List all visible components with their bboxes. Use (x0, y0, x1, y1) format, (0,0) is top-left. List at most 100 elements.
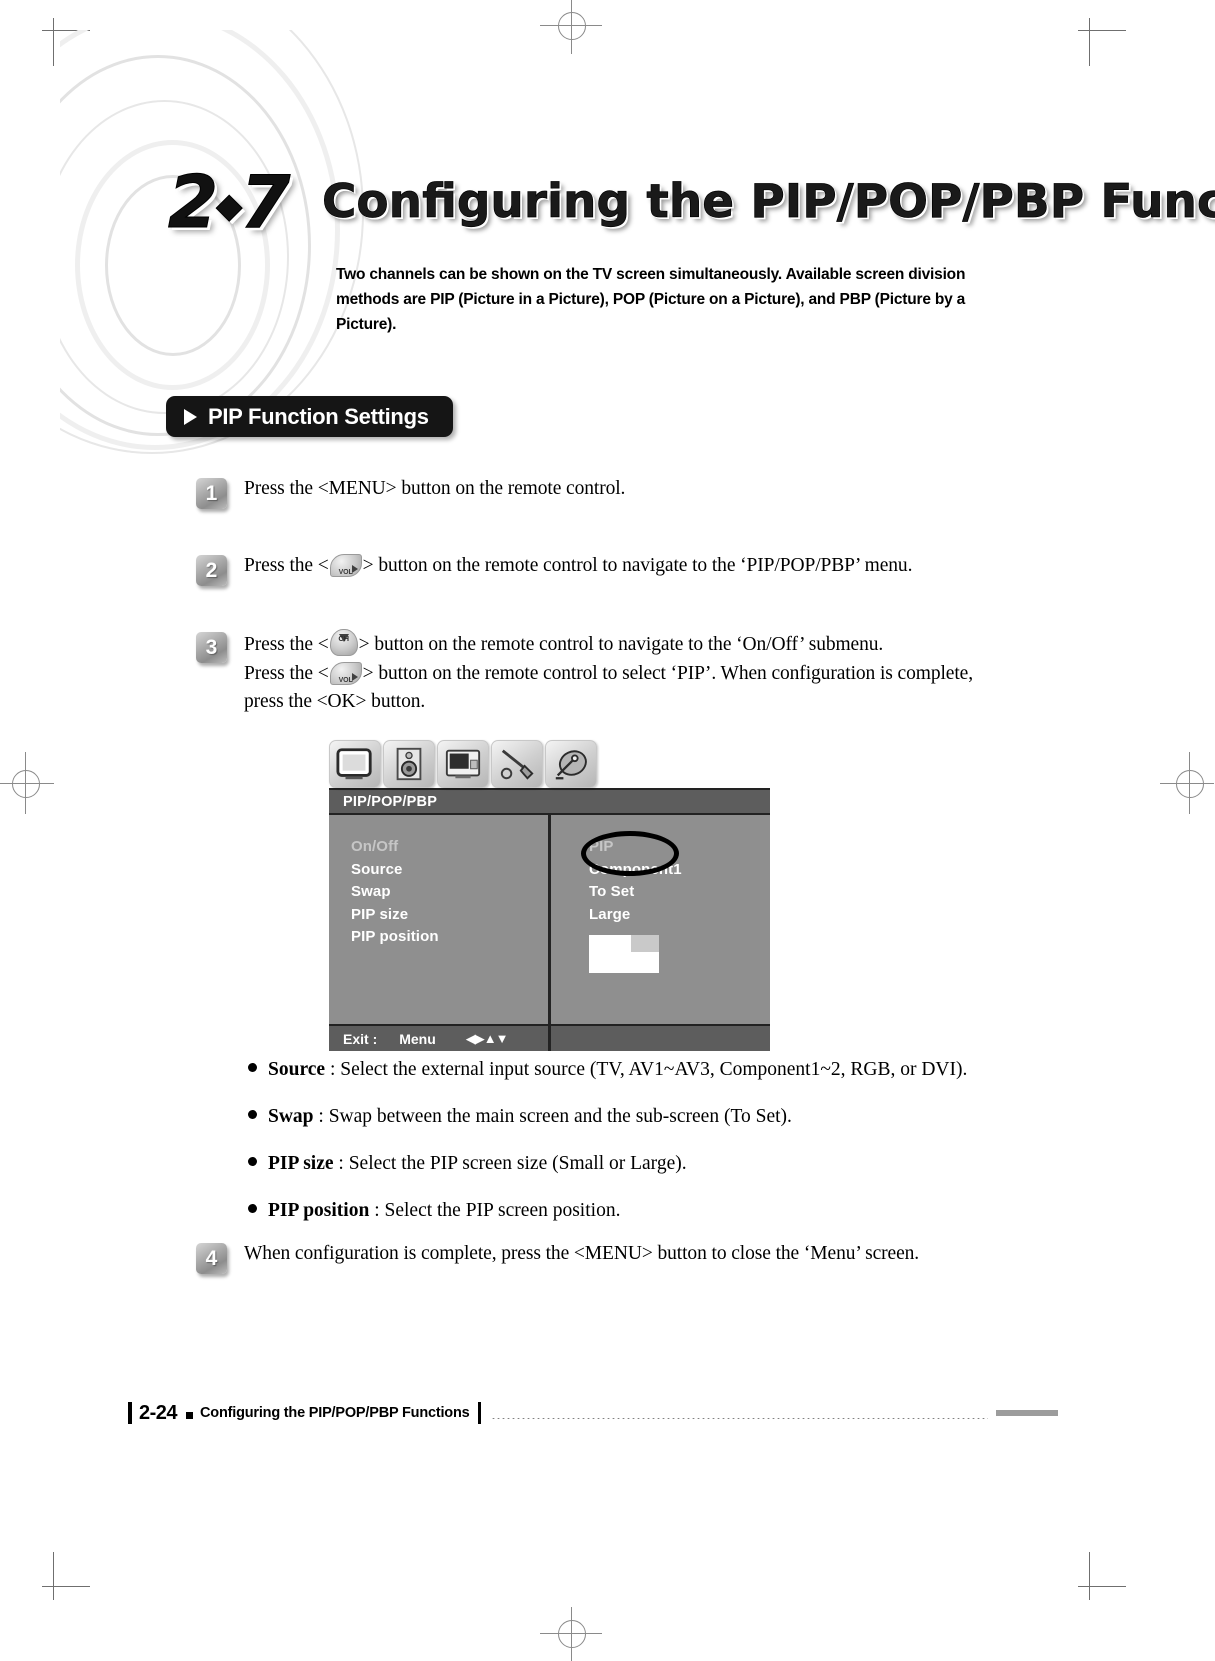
bullet-desc: : Swap between the main screen and the s… (313, 1106, 792, 1127)
step-1: 1 Press the <MENU> button on the remote … (196, 478, 986, 509)
osd-tab-channel (545, 740, 597, 788)
registration-line-right-h (1160, 783, 1214, 784)
step-text: Press the <MENU> button on the remote co… (244, 475, 625, 504)
osd-exit-label: Exit : (343, 1030, 378, 1047)
crop-mark-top-right-h (1078, 30, 1126, 31)
footer-rule-right (478, 1402, 482, 1424)
registration-mark-bottom (558, 1620, 586, 1648)
ch-key-label: CH (338, 633, 349, 643)
page-footer: 2-24 Configuring the PIP/POP/PBP Functio… (128, 1400, 1058, 1426)
osd-item-source[interactable]: Source (351, 861, 548, 880)
osd-footer-left: Exit : Menu ◀▶▲▼ (329, 1026, 551, 1051)
bullet-term: PIP position (268, 1200, 370, 1221)
bullet-term: Source (268, 1059, 326, 1080)
vol-key-icon: VOL (329, 661, 362, 685)
crop-mark-top-right-v (1089, 18, 1090, 66)
registration-mark-right (1176, 770, 1204, 798)
crop-mark-top-left-v (53, 18, 54, 66)
step-text-part: Press the < (244, 634, 329, 655)
footer-dotted-rule (491, 1417, 988, 1419)
step-text-part: When configuration is complete, press th… (244, 1243, 920, 1264)
osd-tab-strip (329, 740, 770, 788)
osd-tab-sound (383, 740, 435, 788)
footer-title: Configuring the PIP/POP/PBP Functions (200, 1405, 470, 1421)
step-text-part: > button on the remote control to naviga… (362, 555, 913, 576)
step-text: Press the < CH > button on the remote cont… (244, 629, 986, 717)
satellite-dish-icon (552, 746, 590, 782)
footer-square-icon (186, 1411, 194, 1419)
osd-item-on-off[interactable]: On/Off (351, 838, 548, 857)
step-number-badge: 4 (196, 1243, 227, 1274)
pip-sub-window (631, 935, 659, 952)
registration-line-left-h (0, 783, 54, 784)
osd-right-column: PIP Component1 To Set Large (551, 815, 770, 1024)
arrow-right-icon (351, 672, 358, 681)
step-text-part: > button on the remote control to naviga… (358, 634, 884, 655)
osd-value-large[interactable]: Large (589, 906, 770, 925)
arrow-right-icon (351, 565, 358, 573)
bullet-term: Swap (268, 1106, 314, 1127)
osd-menu-label[interactable]: Menu (399, 1031, 436, 1047)
osd-left-column: On/Off Source Swap PIP size PIP position (329, 815, 551, 1024)
list-item: Swap : Swap between the main screen and … (248, 1104, 988, 1130)
osd-footer-bar: Exit : Menu ◀▶▲▼ (329, 1024, 770, 1051)
bullet-desc: : Select the PIP screen position. (369, 1200, 621, 1221)
vol-key-icon: VOL (329, 554, 362, 577)
registration-mark-left (12, 770, 40, 798)
step-text: When configuration is complete, press th… (244, 1240, 919, 1269)
step-text-part: Press the < (244, 662, 329, 684)
page-title: Configuring the PIP/POP/PBP Functions (322, 174, 1215, 229)
section-heading-banner: PIP Function Settings (166, 396, 453, 437)
triangle-right-icon (184, 408, 197, 425)
bullet-desc: : Select the external input source (TV, … (325, 1059, 968, 1080)
registration-line-right-v (1189, 752, 1190, 814)
list-item: Source : Select the external input sourc… (248, 1057, 988, 1083)
bullet-dot-icon (248, 1110, 257, 1119)
osd-navigation-arrows-icon: ◀▶▲▼ (465, 1030, 509, 1046)
chapter-number: 2◆7 (167, 160, 291, 245)
osd-value-to-set[interactable]: To Set (589, 883, 770, 902)
osd-item-swap[interactable]: Swap (351, 883, 548, 902)
footer-rule-left (128, 1402, 132, 1424)
osd-title-label: PIP/POP/PBP (343, 793, 438, 810)
bullet-dot-icon (248, 1157, 257, 1166)
crop-mark-bottom-left-h (42, 1586, 90, 1587)
bullet-dot-icon (248, 1204, 257, 1213)
list-item: PIP size : Select the PIP screen size (S… (248, 1151, 988, 1177)
step-number-badge: 2 (196, 555, 227, 586)
osd-item-pip-size[interactable]: PIP size (351, 906, 548, 925)
step-number-badge: 3 (196, 632, 227, 663)
osd-menu-figure: PIP/POP/PBP On/Off Source Swap PIP size … (329, 740, 770, 1051)
registration-line-top-v (571, 0, 572, 54)
step-number-badge: 1 (196, 478, 227, 509)
page-number: 2-24 (139, 1401, 178, 1424)
chapter-number-minor: 7 (240, 160, 291, 245)
tv-icon (336, 746, 374, 782)
monitor-icon (444, 746, 482, 782)
section-heading-label: PIP Function Settings (208, 403, 429, 429)
speaker-icon (390, 746, 428, 782)
footer-end-dash (996, 1410, 1058, 1416)
list-item: PIP position : Select the PIP screen pos… (248, 1198, 988, 1224)
intro-paragraph: Two channels can be shown on the TV scre… (336, 266, 966, 333)
step-text: Press the < VOL > button on the remote con… (244, 552, 912, 581)
highlight-ellipse-annotation (581, 831, 679, 876)
crop-mark-bottom-left-v (53, 1552, 54, 1600)
osd-footer-right (551, 1026, 770, 1051)
pip-position-preview (589, 935, 659, 973)
step-text-part: Press the <MENU> button on the remote co… (244, 478, 626, 499)
osd-tab-picture (329, 740, 381, 788)
bullet-desc: : Select the PIP screen size (Small or L… (333, 1153, 687, 1174)
registration-mark-top (558, 12, 586, 40)
step-text-part: Press the < (244, 555, 329, 576)
ch-key-icon: CH (329, 629, 358, 656)
registration-line-left-v (25, 752, 26, 814)
osd-tab-setup (491, 740, 543, 788)
option-descriptions-list: Source : Select the external input sourc… (248, 1057, 988, 1245)
osd-item-pip-position[interactable]: PIP position (351, 928, 548, 947)
registration-line-bottom-v (571, 1607, 572, 1661)
step-4: 4 When configuration is complete, press … (196, 1243, 986, 1274)
chapter-number-major: 2 (167, 160, 218, 245)
bullet-dot-icon (248, 1063, 257, 1072)
crop-mark-bottom-right-v (1089, 1552, 1090, 1600)
